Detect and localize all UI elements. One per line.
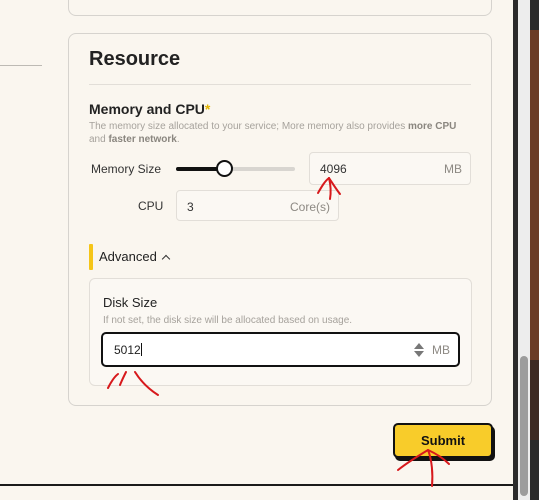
background-image-strip xyxy=(530,30,539,360)
memory-cpu-title-text: Memory and CPU xyxy=(89,101,205,117)
disk-size-description: If not set, the disk size will be alloca… xyxy=(103,315,353,326)
advanced-accent-bar xyxy=(89,244,93,270)
cpu-input[interactable]: 3 Core(s) xyxy=(176,190,339,221)
disk-size-card: Disk Size If not set, the disk size will… xyxy=(89,278,472,386)
memory-size-value: 4096 xyxy=(320,162,347,176)
disk-size-input[interactable]: 5012 MB xyxy=(101,332,460,367)
desc-bold-1: more CPU xyxy=(408,121,457,132)
required-mark: * xyxy=(204,101,211,117)
page-scrollbar[interactable] xyxy=(518,0,530,500)
background-image-strip-lower xyxy=(530,360,539,440)
desc-part-3: . xyxy=(176,134,180,145)
text-caret xyxy=(140,343,142,356)
memory-slider[interactable] xyxy=(176,160,295,177)
memory-size-input[interactable]: 4096 MB xyxy=(309,152,471,185)
resource-card: Resource Memory and CPU* The memory size… xyxy=(68,33,492,406)
desc-part-1: The memory size allocated to your servic… xyxy=(89,121,409,132)
bottom-border xyxy=(0,484,513,486)
disk-size-value-wrap: 5012 xyxy=(114,343,142,357)
disk-size-title: Disk Size xyxy=(103,295,158,310)
memory-size-unit: MB xyxy=(444,162,462,176)
chevron-up-icon xyxy=(161,254,171,264)
number-spinner[interactable] xyxy=(414,342,424,358)
spinner-down-icon[interactable] xyxy=(414,351,424,357)
scrollbar-thumb[interactable] xyxy=(520,356,528,496)
cpu-value: 3 xyxy=(187,200,194,214)
memory-size-label: Memory Size xyxy=(91,162,162,176)
left-divider xyxy=(0,65,42,66)
memory-slider-thumb[interactable] xyxy=(215,160,233,177)
resource-divider xyxy=(89,84,471,85)
submit-button[interactable]: Submit xyxy=(393,423,493,458)
memory-cpu-description: The memory size allocated to your servic… xyxy=(89,120,469,146)
disk-size-unit: MB xyxy=(432,343,450,357)
previous-section-card xyxy=(68,0,492,16)
spinner-up-icon[interactable] xyxy=(414,343,424,349)
disk-size-value: 5012 xyxy=(114,343,141,357)
memory-cpu-title: Memory and CPU* xyxy=(89,101,210,117)
desc-part-2: and xyxy=(89,134,109,145)
resource-title: Resource xyxy=(89,48,181,70)
cpu-unit: Core(s) xyxy=(289,200,330,214)
advanced-toggle[interactable]: Advanced xyxy=(99,249,171,264)
advanced-label: Advanced xyxy=(99,249,157,264)
desc-bold-2: faster network xyxy=(108,134,177,145)
cpu-label: CPU xyxy=(138,199,164,213)
